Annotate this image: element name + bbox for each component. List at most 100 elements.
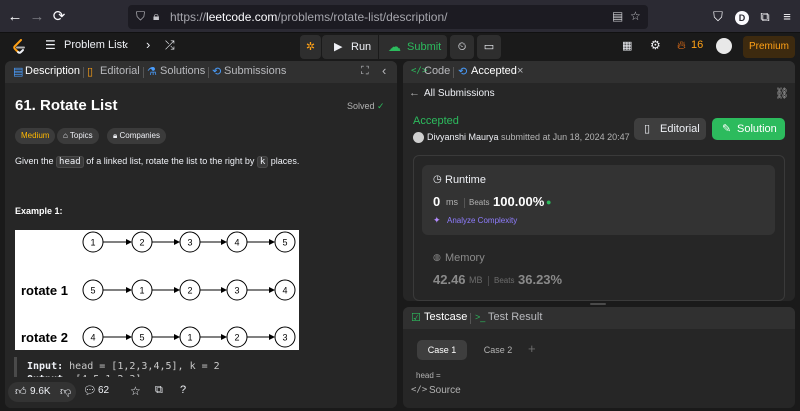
thumbs-down-icon[interactable]: 👎︎ (60, 385, 71, 398)
pocket-icon[interactable]: ⛉ (708, 7, 728, 27)
tag-icon: ⌂ (63, 131, 68, 140)
like-dislike-group: 👍︎ 9.6K 👎︎ (8, 382, 76, 402)
notes-icon[interactable]: ▭ (477, 35, 501, 59)
shield-icon[interactable]: ⛉ (136, 9, 145, 24)
testcase-tabs: ☑ Testcase >_ Test Result (403, 307, 795, 329)
problem-list-icon[interactable]: ☰ (45, 38, 56, 52)
favorite-star-icon[interactable]: ☆ (130, 384, 141, 398)
problem-title[interactable]: 61. Rotate List (15, 97, 118, 114)
share-icon[interactable]: ⧉ (155, 384, 163, 397)
reader-view-icon[interactable]: ▤ (612, 9, 623, 23)
list-node-value: 2 (187, 286, 192, 296)
cloud-upload-icon: ☁ (388, 39, 401, 54)
url-bar[interactable]: ⛉ 🔒︎ https://leetcode.com/problems/rotat… (128, 5, 648, 29)
clock-icon: ◷ (433, 174, 442, 185)
sparkle-icon: ✦ (433, 215, 441, 225)
source-toggle[interactable]: Source (429, 385, 461, 396)
description-icon: ▤ (13, 66, 24, 78)
problem-panel: ▤ Description ▯ Editorial ⚗ Solutions ⟲ … (5, 61, 397, 408)
add-case-icon[interactable]: + (528, 341, 536, 356)
premium-button[interactable]: Premium (743, 36, 795, 58)
history-icon: ⟲ (458, 66, 468, 78)
case-2-tab[interactable]: Case 2 (473, 340, 523, 360)
layout-grid-icon[interactable]: ▦ (622, 39, 632, 52)
head-label: head = (416, 371, 441, 380)
memory-chip-icon: ◍ (433, 252, 441, 262)
help-icon[interactable]: ? (180, 384, 186, 396)
maximize-icon[interactable]: ⛶ (361, 65, 369, 78)
editorial-icon: ▯ (87, 66, 94, 78)
editorial-button[interactable]: ▯ Editorial (634, 118, 706, 140)
all-submissions-link[interactable]: All Submissions (424, 88, 495, 99)
difficulty-badge[interactable]: Medium (15, 128, 56, 144)
tab-description[interactable]: Description (25, 65, 80, 77)
url-text[interactable]: https://leetcode.com/problems/rotate-lis… (170, 10, 447, 24)
rotate2-label: rotate 2 (21, 330, 68, 345)
menu-hamburger-icon[interactable]: ≡ (777, 7, 797, 27)
close-tab-icon[interactable]: × (517, 65, 523, 77)
leetcode-logo-icon[interactable] (12, 39, 26, 55)
debug-icon[interactable]: ✲ (300, 35, 321, 59)
shuffle-icon[interactable]: ⤮ (165, 38, 175, 53)
settings-gear-icon[interactable]: ⚙ (650, 38, 661, 52)
tab-solutions[interactable]: Solutions (160, 65, 205, 77)
forward-arrow-icon[interactable]: → (26, 6, 48, 28)
tab-editorial[interactable]: Editorial (100, 65, 140, 77)
tab-accepted[interactable]: Accepted (471, 65, 517, 77)
memory-value: 42.46 (433, 272, 466, 287)
reload-icon[interactable]: ⟳ (48, 6, 70, 28)
user-avatar[interactable] (716, 38, 732, 54)
runtime-beats-value: 100.00% (493, 194, 545, 209)
submission-status: Accepted (413, 115, 459, 127)
trophy-icon: ● (546, 197, 552, 207)
memory-card[interactable]: ◍ Memory 42.46 MB Beats 36.23% (422, 243, 775, 299)
memory-unit: MB (469, 275, 483, 285)
link-icon[interactable]: ⛓ (775, 87, 789, 100)
topics-button[interactable]: ⌂ Topics (57, 128, 99, 144)
browser-toolbar: ← → ⟳ ⛉ 🔒︎ https://leetcode.com/problems… (0, 0, 800, 33)
streak-count[interactable]: 16 (691, 39, 703, 51)
runtime-card[interactable]: ◷ Runtime 0 ms Beats 100.00% ● ✦ Analyze… (422, 165, 775, 235)
lock-icon[interactable]: 🔒︎ (153, 9, 159, 24)
play-icon: ▶ (334, 41, 343, 53)
list-node-value: 2 (234, 333, 239, 343)
tab-code[interactable]: Code (424, 65, 450, 77)
submission-meta: Divyanshi Maurya submitted at Jun 18, 20… (427, 132, 630, 142)
list-node-value: 4 (234, 238, 239, 248)
resize-handle[interactable] (590, 303, 606, 305)
submit-button[interactable]: ☁ Submit (379, 35, 447, 59)
bookmark-star-icon[interactable]: ☆ (630, 9, 641, 23)
solved-status: Solved ✓ (347, 101, 385, 111)
testcase-panel: ☑ Testcase >_ Test Result Case 1 Case 2 … (403, 307, 795, 408)
timer-icon[interactable]: ⏲ (450, 35, 474, 59)
edit-pencil-icon: ✎ (722, 123, 732, 135)
like-count: 9.6K (30, 386, 51, 397)
example-heading: Example 1: (15, 206, 63, 216)
thumbs-up-icon[interactable]: 👍︎ (15, 385, 27, 398)
analyze-complexity-link[interactable]: Analyze Complexity (447, 216, 517, 225)
tab-testcase[interactable]: Testcase (424, 311, 467, 323)
solution-button[interactable]: ✎ Solution (712, 118, 785, 140)
extensions-icon[interactable]: ⧉ (755, 7, 775, 27)
streak-fire-icon: 🔥︎ (677, 38, 686, 52)
tab-submissions[interactable]: Submissions (224, 65, 286, 77)
comment-icon[interactable]: 💬︎ (83, 384, 97, 397)
collapse-icon[interactable]: ‹ (382, 63, 386, 78)
profile-avatar[interactable]: D (732, 7, 752, 27)
next-problem-icon[interactable]: › (146, 37, 150, 52)
back-arrow-icon[interactable]: ← (409, 87, 420, 99)
problem-description: Given the head of a linked list, rotate … (15, 156, 300, 168)
case-1-tab[interactable]: Case 1 (417, 340, 467, 360)
rotate1-label: rotate 1 (21, 283, 68, 298)
problem-list-button[interactable]: Problem List (64, 39, 125, 51)
back-arrow-icon[interactable]: ← (4, 6, 26, 28)
companies-button[interactable]: 🔒︎ Companies (107, 128, 166, 144)
tab-test-result[interactable]: Test Result (488, 311, 542, 323)
list-node-value: 2 (139, 238, 144, 248)
memory-label: Memory (445, 252, 485, 264)
lock-icon: 🔒︎ (113, 131, 118, 140)
comment-count: 62 (98, 385, 110, 396)
prev-problem-icon[interactable]: ‹ (124, 37, 128, 52)
run-button[interactable]: ▶ Run (322, 35, 378, 59)
submissions-icon: ⟲ (212, 66, 222, 78)
